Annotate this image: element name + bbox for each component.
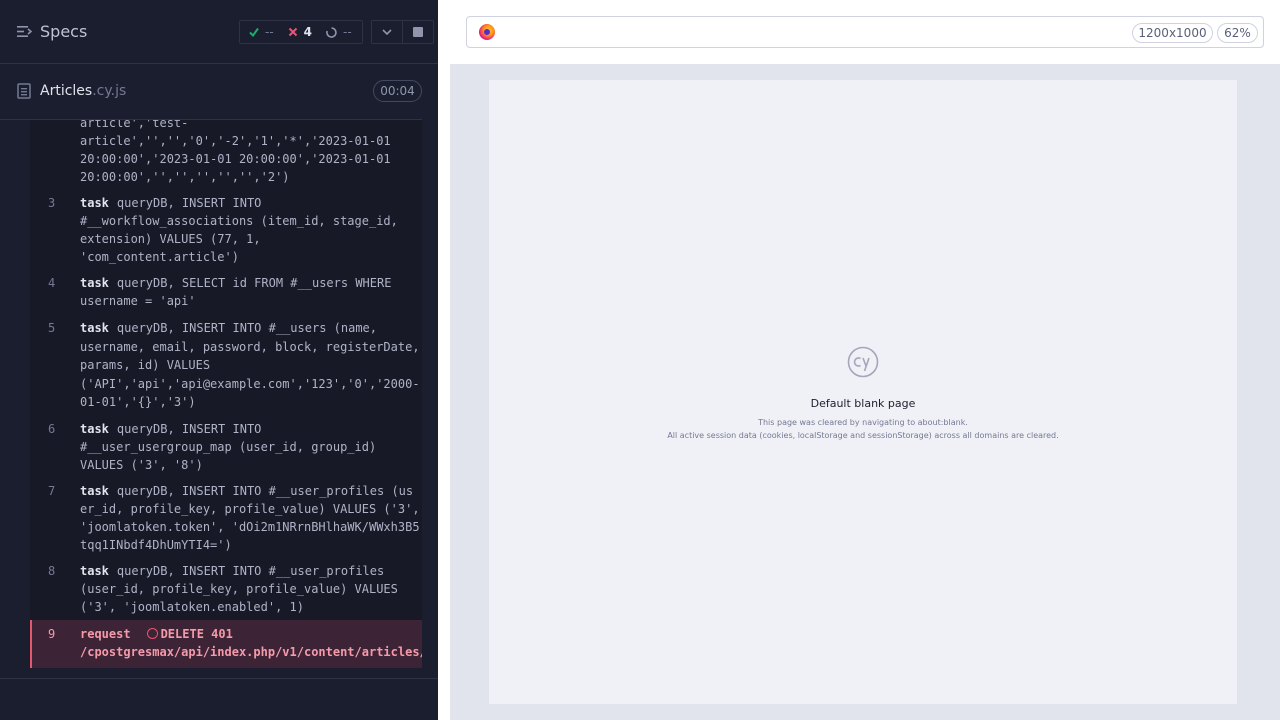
stop-button[interactable] bbox=[402, 21, 433, 43]
command-number: 6 bbox=[48, 422, 56, 436]
check-icon bbox=[249, 27, 259, 37]
command-text: queryDB, INSERT INTO #__user_profiles (u… bbox=[80, 484, 420, 552]
command-row[interactable]: 3 task queryDB, INSERT INTO #__workflow_a… bbox=[30, 194, 422, 266]
command-keyword: task bbox=[80, 196, 109, 210]
firefox-icon[interactable] bbox=[479, 24, 495, 40]
command-number: 8 bbox=[48, 564, 56, 578]
command-keyword: task bbox=[80, 422, 109, 436]
stop-icon bbox=[413, 27, 423, 37]
viewport-size-badge[interactable]: 1200x1000 bbox=[1132, 23, 1213, 43]
reporter-controls bbox=[371, 20, 434, 44]
url-bar[interactable]: 1200x1000 62% bbox=[466, 16, 1264, 48]
aut-iframe[interactable]: Default blank page This page was cleared… bbox=[489, 80, 1237, 704]
spec-header: Articles.cy.js 00:04 bbox=[0, 65, 422, 120]
failed-count: 4 bbox=[303, 25, 313, 39]
blank-page-title: Default blank page bbox=[810, 397, 916, 410]
command-row-failed[interactable]: 9 request DELETE 401 /cpostgresmax/api/in… bbox=[30, 620, 422, 668]
command-text: queryDB, INSERT INTO #__users (name, use… bbox=[80, 321, 420, 410]
x-icon bbox=[288, 27, 297, 37]
blank-page-message: Default blank page This page was cleared… bbox=[489, 346, 1237, 442]
command-number: 5 bbox=[48, 321, 56, 335]
reporter-scrollbar[interactable] bbox=[422, 64, 438, 678]
specs-menu-icon bbox=[17, 26, 32, 37]
command-keyword: request bbox=[80, 627, 131, 641]
specs-button[interactable]: Specs bbox=[17, 22, 87, 41]
command-keyword: task bbox=[80, 564, 109, 578]
spec-name-ext: .cy.js bbox=[92, 83, 127, 99]
stat-pending: -- bbox=[326, 25, 352, 39]
command-text: article','test-article','','','0','-2','… bbox=[80, 120, 391, 184]
reporter-panel: Specs -- 4 -- Articles.cy.js 00:04 artic… bbox=[0, 0, 438, 720]
specs-label: Specs bbox=[40, 22, 88, 41]
command-log: article','test-article','','','0','-2','… bbox=[30, 120, 422, 668]
command-row[interactable]: 6 task queryDB, INSERT INTO #__user_userg… bbox=[30, 420, 422, 474]
aut-header: 1200x1000 62% bbox=[450, 0, 1280, 64]
command-text: queryDB, INSERT INTO #__workflow_associa… bbox=[80, 196, 398, 264]
command-number: 9 bbox=[48, 627, 56, 641]
command-keyword: task bbox=[80, 276, 109, 290]
cypress-logo-icon bbox=[847, 346, 879, 378]
reporter-header: Specs -- 4 -- bbox=[0, 0, 438, 64]
command-row[interactable]: 8 task queryDB, INSERT INTO #__user_profi… bbox=[30, 562, 422, 616]
command-number: 7 bbox=[48, 484, 56, 498]
chevron-down-icon bbox=[382, 29, 392, 35]
zoom-badge[interactable]: 62% bbox=[1217, 23, 1258, 43]
blank-page-line: This page was cleared by navigating to a… bbox=[758, 418, 968, 427]
command-row[interactable]: 7 task queryDB, INSERT INTO #__user_profi… bbox=[30, 482, 422, 554]
stat-failed: 4 bbox=[288, 25, 312, 39]
command-number: 4 bbox=[48, 276, 56, 290]
reporter-footer bbox=[0, 678, 438, 720]
command-row[interactable]: 4 task queryDB, SELECT id FROM #__users W… bbox=[30, 274, 422, 310]
command-row[interactable]: 5 task queryDB, INSERT INTO #__users (nam… bbox=[30, 319, 422, 409]
command-text: queryDB, INSERT INTO #__user_usergroup_m… bbox=[80, 422, 377, 472]
pending-spinner-icon bbox=[326, 26, 337, 38]
passed-count: -- bbox=[265, 25, 274, 39]
command-number: 3 bbox=[48, 196, 56, 210]
command-keyword: task bbox=[80, 321, 109, 335]
failed-circle-icon bbox=[146, 628, 158, 639]
blank-page-line: All active session data (cookies, localS… bbox=[667, 431, 1059, 440]
stat-passed: -- bbox=[249, 25, 274, 39]
blank-page-description: This page was cleared by navigating to a… bbox=[489, 416, 1237, 442]
spec-duration: 00:04 bbox=[373, 80, 422, 102]
command-row[interactable]: article','test-article','','','0','-2','… bbox=[30, 120, 422, 186]
command-text: queryDB, SELECT id FROM #__users WHERE u… bbox=[80, 276, 392, 308]
collapse-button[interactable] bbox=[372, 21, 402, 43]
test-stats: -- 4 -- bbox=[239, 20, 363, 44]
spec-file-name[interactable]: Articles.cy.js bbox=[40, 83, 126, 99]
spec-name-base: Articles bbox=[40, 83, 93, 99]
command-text: queryDB, INSERT INTO #__user_profiles (u… bbox=[80, 564, 398, 614]
command-text: DELETE 401 /cpostgresmax/api/index.php/v… bbox=[80, 627, 422, 659]
app-under-test-panel: 1200x1000 62% Default blank page This pa… bbox=[450, 0, 1280, 720]
panel-resize-handle[interactable] bbox=[438, 0, 450, 720]
command-keyword: task bbox=[80, 484, 109, 498]
file-icon bbox=[17, 83, 31, 99]
pending-count: -- bbox=[343, 25, 352, 39]
